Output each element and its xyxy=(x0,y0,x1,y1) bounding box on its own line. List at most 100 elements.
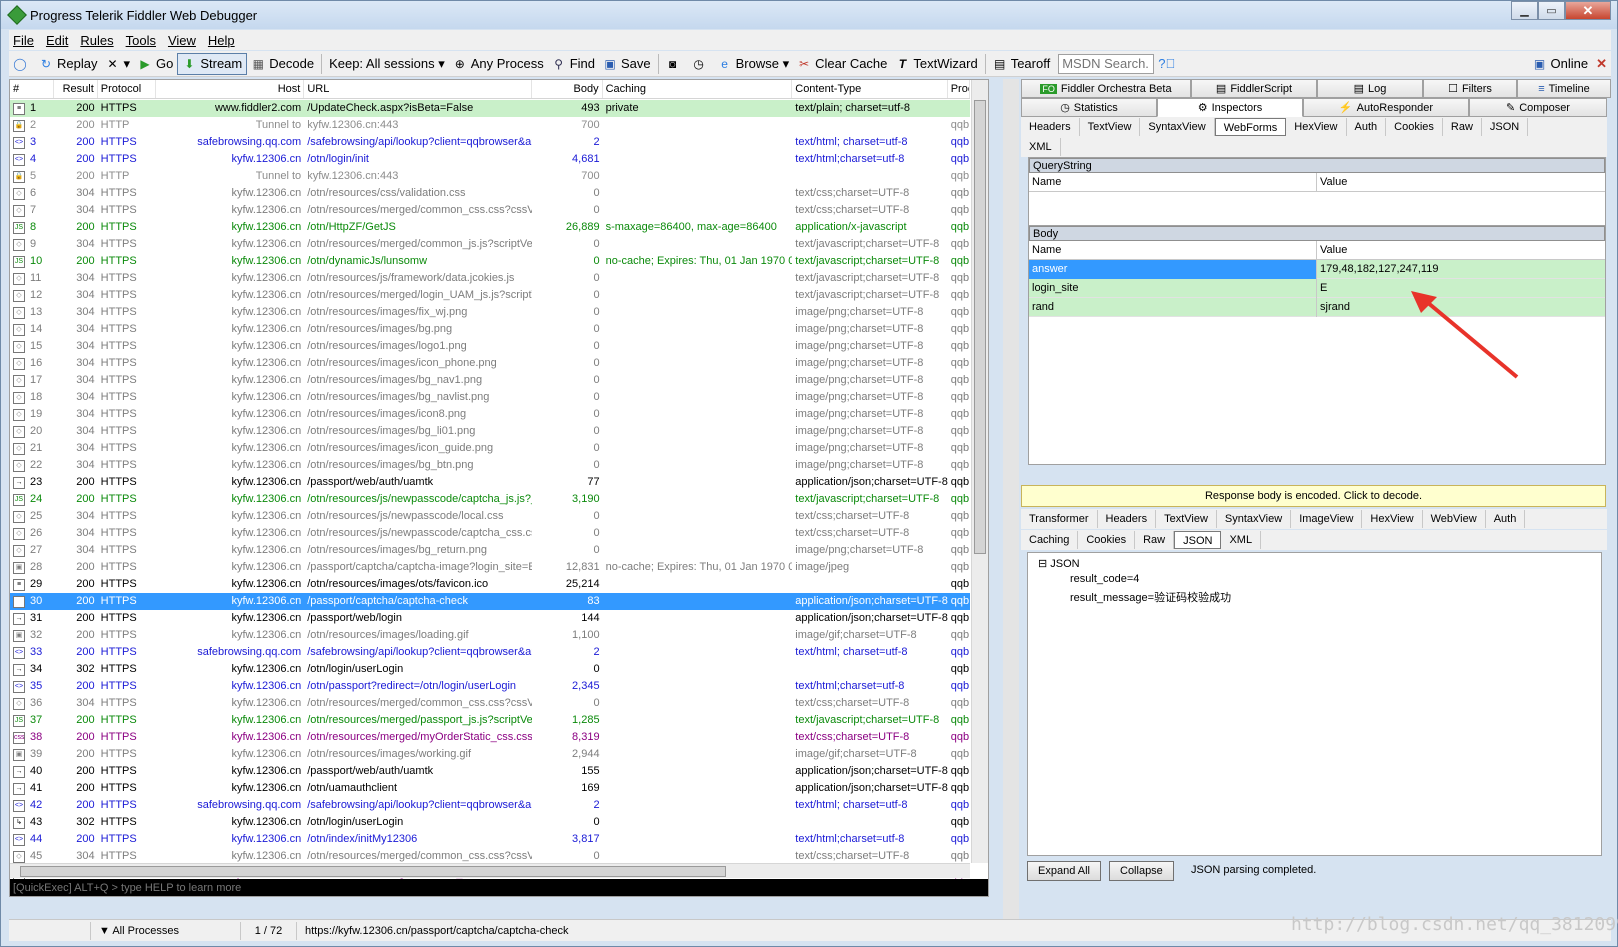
req-tab-textview[interactable]: TextView xyxy=(1080,118,1141,136)
table-row[interactable]: → 41 200 HTTPS kyfw.12306.cn/otn/uamauthclie… xyxy=(10,780,970,797)
col-caching[interactable]: Caching xyxy=(603,80,793,98)
col-content-type[interactable]: Content-Type xyxy=(792,80,948,98)
table-row[interactable]: 🔒 5 200 HTTP Tunnel to kyfw.12306.cn:443 700 qq… xyxy=(10,168,970,185)
go-button[interactable]: ▶ Go xyxy=(134,53,177,75)
resp-tab-transformer[interactable]: Transformer xyxy=(1021,510,1098,528)
resp-tab-caching[interactable]: Caching xyxy=(1021,531,1079,549)
table-row[interactable]: <> 4 200 HTTPS kyfw.12306.cn/otn/login/init 4… xyxy=(10,151,970,168)
json-node-result-code[interactable]: result_code=4 xyxy=(1070,573,1139,585)
table-row[interactable]: JS 8 200 HTTPS kyfw.12306.cn/otn/HttpZF/GetJ… xyxy=(10,219,970,236)
table-row[interactable]: 🔒 2 200 HTTP Tunnel to kyfw.12306.cn:443 700 qq… xyxy=(10,117,970,134)
tab-timeline[interactable]: ≡ Timeline xyxy=(1517,79,1611,98)
table-row[interactable]: → 31 200 HTTPS kyfw.12306.cn/passport/web/lo… xyxy=(10,610,970,627)
table-row[interactable]: ◇ 9 304 HTTPS kyfw.12306.cn/otn/resources/me… xyxy=(10,236,970,253)
req-tab-webforms[interactable]: WebForms xyxy=(1214,118,1287,136)
col-body[interactable]: Body xyxy=(532,80,603,98)
table-row[interactable]: → 23 200 HTTPS kyfw.12306.cn/passport/web/au… xyxy=(10,474,970,491)
msdn-search-input[interactable] xyxy=(1058,53,1155,74)
table-row[interactable]: ◇ 27 304 HTTPS kyfw.12306.cn/otn/resources/i… xyxy=(10,542,970,559)
table-row[interactable]: ◇ 7 304 HTTPS kyfw.12306.cn/otn/resources/me… xyxy=(10,202,970,219)
menu-view[interactable]: View xyxy=(164,33,204,48)
online-indicator[interactable]: ▣ Online xyxy=(1529,53,1593,75)
resp-tab-textview[interactable]: TextView xyxy=(1156,510,1217,528)
sessions-horizontal-scrollbar[interactable] xyxy=(10,863,970,878)
table-row[interactable]: ◇ 20 304 HTTPS kyfw.12306.cn/otn/resources/i… xyxy=(10,423,970,440)
quickexec-input[interactable]: [QuickExec] ALT+Q > type HELP to learn m… xyxy=(10,879,988,896)
textwizard-button[interactable]: T TextWizard xyxy=(891,53,981,75)
req-tab-auth[interactable]: Auth xyxy=(1347,118,1387,136)
expand-all-button[interactable]: Expand All xyxy=(1027,861,1101,881)
req-tab-headers[interactable]: Headers xyxy=(1021,118,1080,136)
table-row[interactable]: ◇ 18 304 HTTPS kyfw.12306.cn/otn/resources/i… xyxy=(10,389,970,406)
tab-autoresponder[interactable]: ⚡ AutoResponder xyxy=(1303,98,1469,117)
decode-button[interactable]: ▦ Decode xyxy=(247,53,318,75)
col-id[interactable]: # xyxy=(10,80,54,98)
close-button[interactable]: ✕ xyxy=(1565,1,1611,20)
table-row[interactable]: ◇ 6 304 HTTPS kyfw.12306.cn/otn/resources/cs… xyxy=(10,185,970,202)
table-row[interactable]: ≡ 1 200 HTTPS www.fiddler2.com/UpdateCheck.a… xyxy=(10,100,970,117)
menu-help[interactable]: Help xyxy=(204,33,243,48)
tab-filters[interactable]: ☐ Filters xyxy=(1423,79,1517,98)
sessions-vertical-scrollbar[interactable] xyxy=(971,80,988,863)
menu-tools[interactable]: Tools xyxy=(122,33,164,48)
qs-name-col[interactable]: Name xyxy=(1029,172,1317,192)
req-tab-raw[interactable]: Raw xyxy=(1443,118,1482,136)
scroll-thumb[interactable] xyxy=(974,100,986,554)
table-row[interactable]: ◇ 21 304 HTTPS kyfw.12306.cn/otn/resources/i… xyxy=(10,440,970,457)
timer-button[interactable]: ◷ xyxy=(688,53,714,75)
menu-file[interactable]: File xyxy=(9,33,42,48)
online-close-icon[interactable]: ✕ xyxy=(1592,53,1611,75)
table-row[interactable]: <> 42 200 HTTPS safebrowsing.qq.com/safebrow… xyxy=(10,797,970,814)
table-row[interactable]: ◇ 14 304 HTTPS kyfw.12306.cn/otn/resources/i… xyxy=(10,321,970,338)
table-row[interactable]: ▣ 32 200 HTTPS kyfw.12306.cn/otn/resources/i… xyxy=(10,627,970,644)
table-row[interactable]: ◇ 13 304 HTTPS kyfw.12306.cn/otn/resources/i… xyxy=(10,304,970,321)
table-row[interactable]: ◇ 15 304 HTTPS kyfw.12306.cn/otn/resources/i… xyxy=(10,338,970,355)
tearoff-button[interactable]: ▤ Tearoff xyxy=(989,53,1055,75)
req-tab-xml[interactable]: XML xyxy=(1021,138,1061,156)
pane-splitter[interactable] xyxy=(1003,79,1019,919)
maximize-button[interactable]: ▭ xyxy=(1538,1,1565,20)
table-row[interactable]: ◇ 12 304 HTTPS kyfw.12306.cn/otn/resources/m… xyxy=(10,287,970,304)
tab-statistics[interactable]: ◷ Statistics xyxy=(1021,98,1157,117)
table-row[interactable]: ◇ 16 304 HTTPS kyfw.12306.cn/otn/resources/i… xyxy=(10,355,970,372)
tab-fiddlerscript[interactable]: ▤ FiddlerScript xyxy=(1191,79,1317,98)
menu-edit[interactable]: Edit xyxy=(42,33,76,48)
col-protocol[interactable]: Protocol xyxy=(98,80,157,98)
replay-button[interactable]: ↻ Replay xyxy=(35,53,101,75)
table-row[interactable]: ≡ 29 200 HTTPS kyfw.12306.cn/otn/resources/i… xyxy=(10,576,970,593)
resp-tab-hexview[interactable]: HexView xyxy=(1362,510,1423,528)
req-tab-cookies[interactable]: Cookies xyxy=(1386,118,1443,136)
collapse-button[interactable]: Collapse xyxy=(1109,861,1174,881)
col-url[interactable]: URL xyxy=(304,80,532,98)
table-row[interactable]: css 38 200 HTTPS kyfw.12306.cn/otn/resources… xyxy=(10,729,970,746)
table-row[interactable]: <> 44 200 HTTPS kyfw.12306.cn/otn/index/init… xyxy=(10,831,970,848)
req-tab-json[interactable]: JSON xyxy=(1482,118,1529,136)
col-result[interactable]: Result xyxy=(54,80,98,98)
table-row[interactable]: ↳ 43 302 HTTPS kyfw.12306.cn/otn/login/userL… xyxy=(10,814,970,831)
save-button[interactable]: ▣ Save xyxy=(599,53,655,75)
table-row[interactable]: ▣ 39 200 HTTPS kyfw.12306.cn/otn/resources/i… xyxy=(10,746,970,763)
body-value-col[interactable]: Value xyxy=(1317,241,1605,260)
tab-inspectors[interactable]: ⚙ Inspectors xyxy=(1157,98,1303,117)
browse-button[interactable]: e Browse ▾ xyxy=(714,53,794,75)
table-row[interactable]: ▣ 28 200 HTTPS kyfw.12306.cn/passport/captch… xyxy=(10,559,970,576)
body-row-answer[interactable]: answer 179,48,182,127,247,119 xyxy=(1029,259,1605,279)
table-row[interactable]: ◇ 36 304 HTTPS kyfw.12306.cn/otn/resources/m… xyxy=(10,695,970,712)
col-host[interactable]: Host xyxy=(156,80,305,98)
table-row[interactable]: <> 35 200 HTTPS kyfw.12306.cn/otn/passport?r… xyxy=(10,678,970,695)
resp-tab-xml[interactable]: XML xyxy=(1221,531,1262,549)
table-row[interactable]: ◇ 26 304 HTTPS kyfw.12306.cn/otn/resources/j… xyxy=(10,525,970,542)
json-root-node[interactable]: ⊟ JSON xyxy=(1038,557,1080,570)
resp-tab-raw[interactable]: Raw xyxy=(1135,531,1175,549)
find-button[interactable]: ⚲ Find xyxy=(548,53,599,75)
table-row[interactable]: ◇ 11 304 HTTPS kyfw.12306.cn/otn/resources/j… xyxy=(10,270,970,287)
table-row[interactable]: JS 37 200 HTTPS kyfw.12306.cn/otn/resources/… xyxy=(10,712,970,729)
req-tab-hexview[interactable]: HexView xyxy=(1286,118,1347,136)
table-row[interactable]: ◇ 19 304 HTTPS kyfw.12306.cn/otn/resources/i… xyxy=(10,406,970,423)
resp-tab-auth[interactable]: Auth xyxy=(1486,510,1526,528)
comment-button[interactable]: ◯ xyxy=(9,53,35,75)
qs-value-col[interactable]: Value xyxy=(1317,173,1605,192)
req-tab-syntaxview[interactable]: SyntaxView xyxy=(1140,118,1215,136)
resp-tab-syntaxview[interactable]: SyntaxView xyxy=(1217,510,1292,528)
tab-log[interactable]: ▤ Log xyxy=(1317,79,1423,98)
